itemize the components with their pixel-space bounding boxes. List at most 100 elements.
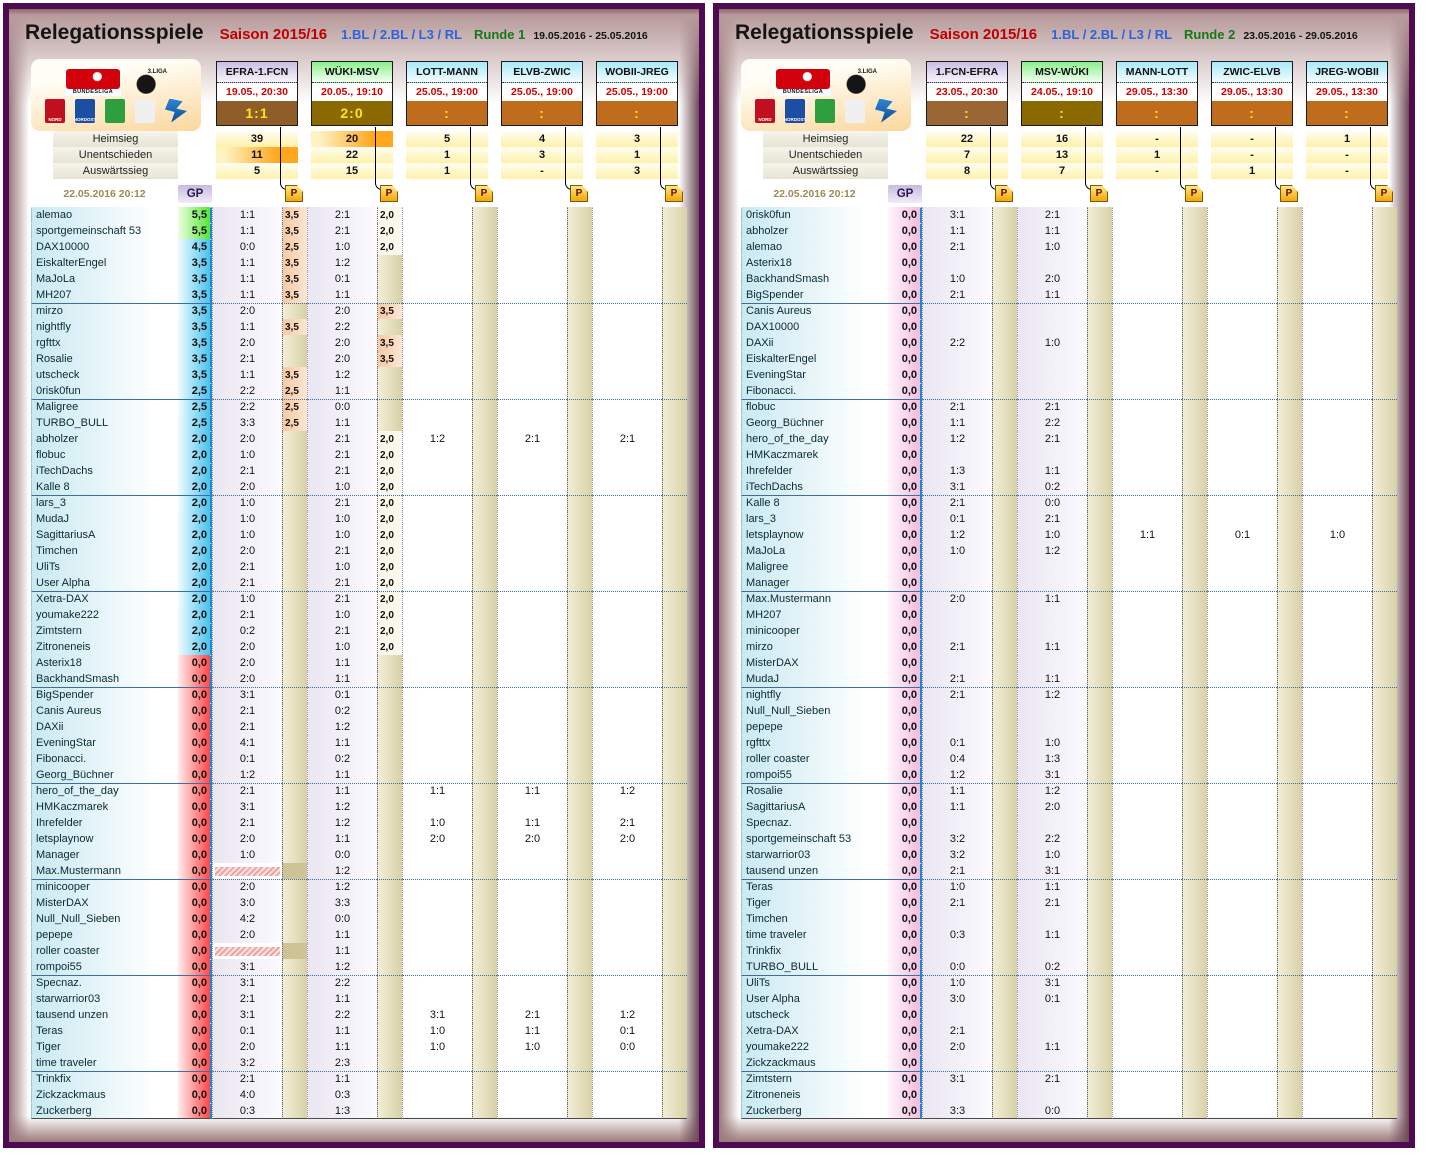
p-flag-button[interactable]: P [665, 185, 683, 202]
points-cell [377, 991, 402, 1007]
points-cell [1087, 431, 1112, 447]
player-name: Asterix18 [31, 655, 178, 671]
tip-cell: 1:0 [212, 591, 282, 607]
tip-cell [1302, 719, 1372, 735]
points-cell [662, 895, 687, 911]
p-flag-button[interactable]: P [1375, 185, 1393, 202]
points-cell [377, 719, 402, 735]
player-row: lars_30,00:12:1 [741, 511, 1397, 527]
points-cell [662, 863, 687, 879]
points-cell [282, 479, 307, 495]
player-gp: 0,0 [888, 319, 922, 335]
p-flag-button[interactable]: P [995, 185, 1013, 202]
player-row: TURBO_BULL0,00:00:2 [741, 959, 1397, 975]
tip-cell: 1:1 [307, 927, 377, 943]
tip-cell [1112, 847, 1182, 863]
tip-cell [1112, 447, 1182, 463]
tip-cell: 2:1 [1017, 399, 1087, 415]
points-cell [1087, 751, 1112, 767]
points-cell [377, 799, 402, 815]
p-flag-button[interactable]: P [475, 185, 493, 202]
tip-cell [1302, 399, 1372, 415]
tip-cell [402, 511, 472, 527]
points-cell [377, 271, 402, 287]
player-gp: 0,0 [888, 303, 922, 319]
points-cell [472, 895, 497, 911]
player-gp: 2,0 [178, 447, 212, 463]
tip-cell: 2:1 [212, 719, 282, 735]
points-cell [472, 975, 497, 991]
tip-cell [1112, 223, 1182, 239]
points-cell [377, 383, 402, 399]
tip-cell [497, 495, 567, 511]
tip-cell [1112, 879, 1182, 895]
tip-cell [402, 671, 472, 687]
p-flag-button[interactable]: P [380, 185, 398, 202]
points-cell [1087, 495, 1112, 511]
p-flag-button[interactable]: P [1090, 185, 1108, 202]
points-cell [992, 559, 1017, 575]
tip-cell [1017, 623, 1087, 639]
player-name: Asterix18 [741, 255, 888, 271]
tip-cell: 3:1 [1017, 863, 1087, 879]
points-cell [567, 927, 592, 943]
points-cell [472, 1103, 497, 1119]
tip-cell: 2:1 [922, 671, 992, 687]
tip-cell: 3:1 [212, 959, 282, 975]
regionalliga-nordost-logo: NORDOST [75, 99, 95, 123]
tip-cell [497, 991, 567, 1007]
player-gp: 0,0 [888, 991, 922, 1007]
points-cell [1372, 991, 1397, 1007]
player-gp: 0,0 [178, 943, 212, 959]
points-cell [377, 959, 402, 975]
player-gp: 3,5 [178, 271, 212, 287]
tip-cell [497, 719, 567, 735]
tip-cell [402, 703, 472, 719]
points-cell [1087, 543, 1112, 559]
points-cell [567, 399, 592, 415]
player-gp: 0,0 [888, 911, 922, 927]
points-cell [282, 767, 307, 783]
points-cell [992, 495, 1017, 511]
tip-cell: 2:1 [922, 239, 992, 255]
player-gp: 0,0 [888, 703, 922, 719]
points-cell [472, 799, 497, 815]
points-cell [472, 991, 497, 1007]
points-cell [1277, 623, 1302, 639]
player-name: Timchen [31, 543, 178, 559]
p-flag-button[interactable]: P [285, 185, 303, 202]
tip-cell: 0:0 [1017, 495, 1087, 511]
tip-cell: 2:0 [212, 831, 282, 847]
player-row: alemao5,51:13,52:12,0 [31, 207, 687, 223]
match-score: : [1117, 101, 1197, 125]
points-cell [472, 735, 497, 751]
points-cell [1277, 495, 1302, 511]
tip-cell [1302, 911, 1372, 927]
points-cell [1182, 239, 1207, 255]
points-cell [1277, 479, 1302, 495]
points-cell [567, 639, 592, 655]
p-flag-button[interactable]: P [1185, 185, 1203, 202]
points-cell: 3,5 [282, 271, 307, 287]
points-cell [567, 511, 592, 527]
stat-label: Unentschieden [53, 147, 178, 163]
points-cell [992, 239, 1017, 255]
p-flag-button[interactable]: P [570, 185, 588, 202]
p-flag-button[interactable]: P [1280, 185, 1298, 202]
round-label: Runde 2 [1184, 27, 1235, 42]
points-cell [1372, 943, 1397, 959]
panel-background: Relegationsspiele Saison 2015/16 1.BL / … [9, 9, 699, 1142]
points-cell [1372, 863, 1397, 879]
points-cell [472, 1071, 497, 1087]
tip-cell: 1:2 [307, 959, 377, 975]
player-name: Zitroneneis [31, 639, 178, 655]
points-cell [662, 591, 687, 607]
points-cell [567, 879, 592, 895]
player-gp: 0,0 [888, 975, 922, 991]
player-row: HMKaczmarek0,03:11:2 [31, 799, 687, 815]
player-name: Null_Null_Sieben [31, 911, 178, 927]
match-score: : [1307, 101, 1387, 125]
player-gp: 4,5 [178, 239, 212, 255]
tip-cell [592, 415, 662, 431]
player-gp: 0,0 [888, 255, 922, 271]
